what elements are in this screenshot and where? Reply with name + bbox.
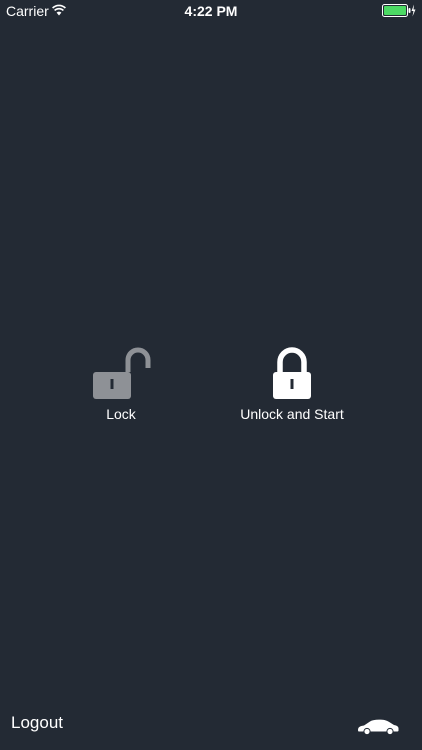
status-bar: Carrier 4:22 PM bbox=[0, 0, 422, 22]
logout-button[interactable]: Logout bbox=[11, 713, 63, 733]
lock-label: Lock bbox=[106, 406, 136, 422]
locked-padlock-icon bbox=[273, 347, 311, 399]
unlocked-padlock-icon bbox=[93, 347, 151, 399]
battery-charging-icon bbox=[382, 4, 416, 17]
unlock-and-start-label: Unlock and Start bbox=[240, 406, 344, 422]
unlock-and-start-button[interactable]: Unlock and Start bbox=[232, 346, 352, 422]
app-screen: Carrier 4:22 PM Lock Unlock and Start Lo… bbox=[0, 0, 422, 750]
status-time: 4:22 PM bbox=[184, 3, 238, 19]
car-icon[interactable] bbox=[356, 716, 400, 736]
lock-controls: Lock Unlock and Start bbox=[0, 346, 422, 426]
lock-button[interactable]: Lock bbox=[81, 346, 161, 422]
